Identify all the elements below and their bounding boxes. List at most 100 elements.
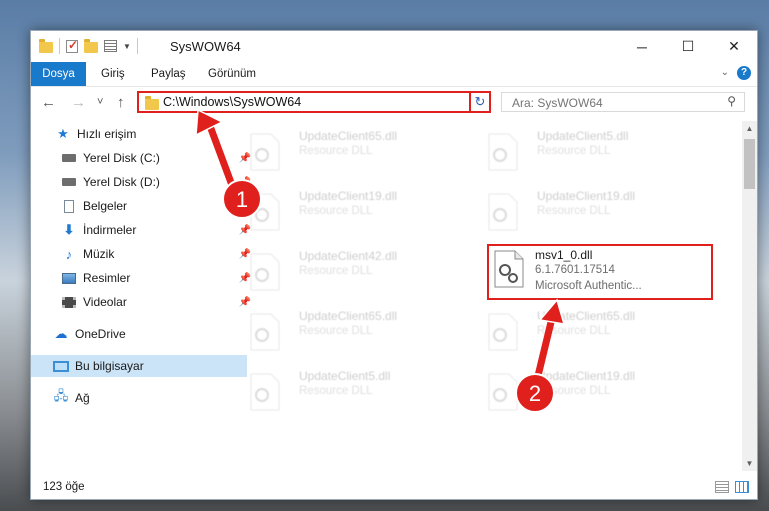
file-name: UpdateClient19.dll (299, 189, 398, 203)
file-tile[interactable]: UpdateClient42.dll Resource DLL (243, 247, 463, 295)
drive-icon (62, 178, 76, 186)
sidebar-item-this-pc[interactable]: Bu bilgisayar (31, 355, 247, 377)
ribbon-tabs: Dosya Giriş Paylaş Görünüm ⌄ ? (31, 62, 757, 87)
qat-dropdown-icon[interactable]: ▼ (123, 42, 131, 51)
refresh-button[interactable]: ↻ (469, 91, 491, 113)
sidebar-item-label: Hızlı erişim (77, 127, 137, 141)
minimize-button[interactable]: ─ (619, 31, 665, 62)
file-tile[interactable]: UpdateClient19.dll Resource DLL (481, 367, 701, 415)
maximize-button[interactable]: ☐ (665, 31, 711, 62)
sidebar-item-onedrive[interactable]: ☁ OneDrive (31, 323, 247, 345)
separator (59, 38, 60, 54)
tab-giris[interactable]: Giriş (101, 62, 125, 86)
file-detail: Resource DLL (537, 145, 611, 157)
search-input[interactable] (510, 94, 714, 112)
sidebar-item-pictures[interactable]: Resimler 📌 (31, 267, 255, 289)
file-tile[interactable]: UpdateClient5.dll Resource DLL (481, 127, 701, 175)
sidebar-item-quick-access[interactable]: ★ Hızlı erişim (31, 123, 249, 145)
file-detail: Resource DLL (299, 325, 373, 337)
recent-locations-icon[interactable]: ˅ (97, 96, 103, 108)
window-title: SysWOW64 (170, 39, 241, 54)
file-detail: Resource DLL (537, 325, 611, 337)
file-tile[interactable]: UpdateClient65.dll Resource DLL (481, 307, 701, 355)
file-name: UpdateClient65.dll (299, 129, 398, 143)
sidebar-item-label: Yerel Disk (C:) (83, 151, 160, 165)
large-icons-view-icon[interactable] (735, 481, 749, 493)
address-path[interactable]: C:\Windows\SysWOW64 (163, 95, 301, 109)
tab-paylas[interactable]: Paylaş (151, 62, 186, 86)
sidebar-item-downloads[interactable]: ⬇ İndirmeler 📌 (31, 219, 255, 241)
music-icon: ♪ (65, 246, 73, 262)
file-tile[interactable]: UpdateClient65.dll Resource DLL (243, 127, 463, 175)
file-tile[interactable]: UpdateClient5.dll Resource DLL (243, 367, 463, 415)
sidebar-item-network[interactable]: 🖧 Ağ (31, 387, 247, 409)
dll-gear-file-icon (494, 250, 524, 288)
address-bar[interactable]: C:\Windows\SysWOW64 ˅ (137, 91, 489, 113)
sidebar-item-label: Yerel Disk (D:) (83, 175, 160, 189)
sidebar-item-music[interactable]: ♪ Müzik 📌 (31, 243, 255, 265)
properties-check-icon[interactable] (66, 38, 78, 53)
forward-arrow-icon[interactable]: → (71, 94, 86, 111)
address-row: ← → ˅ ↑ C:\Windows\SysWOW64 ˅ ↻ ⚲ (31, 87, 757, 120)
navigation-pane: ★ Hızlı erişim Yerel Disk (C:) 📌 Yerel D… (31, 123, 251, 472)
dll-file-icon (250, 373, 280, 411)
sidebar-item-label: Resimler (83, 271, 131, 285)
videos-icon (62, 296, 76, 308)
tab-gorunum[interactable]: Görünüm (208, 62, 256, 86)
file-detail: Resource DLL (537, 205, 611, 217)
file-detail: Resource DLL (299, 265, 373, 277)
vertical-scrollbar[interactable]: ▲ ▼ (742, 121, 757, 471)
file-tile[interactable]: UpdateClient19.dll Resource DLL (481, 187, 701, 235)
sidebar-item-local-disk-d[interactable]: Yerel Disk (D:) 📌 (31, 171, 255, 193)
close-button[interactable]: ✕ (711, 31, 757, 62)
tab-dosya[interactable]: Dosya (31, 62, 86, 86)
folder-icon (145, 96, 159, 110)
file-name: UpdateClient42.dll (299, 249, 398, 263)
file-tile-msv1-0[interactable]: msv1_0.dll 6.1.7601.17514 Microsoft Auth… (487, 244, 713, 300)
back-arrow-icon[interactable]: ← (41, 94, 56, 111)
sidebar-item-videos[interactable]: Videolar 📌 (31, 291, 255, 313)
explorer-window: ▼ SysWOW64 ─ ☐ ✕ Dosya Giriş Paylaş Görü… (30, 30, 758, 500)
file-detail: Resource DLL (299, 205, 373, 217)
sidebar-item-label: OneDrive (75, 327, 126, 341)
new-folder-icon[interactable] (84, 38, 98, 53)
search-icon[interactable]: ⚲ (727, 94, 736, 108)
dll-file-icon (488, 133, 518, 171)
folder-icon (39, 38, 53, 53)
file-name: UpdateClient5.dll (299, 369, 391, 383)
quick-access-toolbar: ▼ (39, 38, 138, 54)
up-arrow-icon[interactable]: ↑ (117, 94, 125, 111)
status-bar: 123 öğe (31, 477, 757, 500)
cloud-icon: ☁ (54, 326, 68, 341)
sidebar-item-documents[interactable]: Belgeler 📌 (31, 195, 255, 217)
title-bar: ▼ SysWOW64 ─ ☐ ✕ (31, 31, 757, 62)
file-name: UpdateClient19.dll (537, 369, 636, 383)
network-icon: 🖧 (53, 388, 69, 403)
file-version: 6.1.7601.17514 (535, 264, 615, 276)
scroll-thumb[interactable] (744, 139, 755, 189)
sidebar-item-label: Müzik (83, 247, 115, 261)
downloads-icon: ⬇ (63, 222, 75, 237)
computer-icon (53, 360, 69, 372)
dll-file-icon (488, 193, 518, 231)
scroll-down-icon[interactable]: ▼ (742, 456, 757, 471)
sidebar-item-label: Belgeler (83, 199, 128, 213)
file-tile[interactable]: UpdateClient65.dll Resource DLL (243, 307, 463, 355)
help-icon[interactable]: ? (737, 66, 751, 80)
sidebar-item-label: İndirmeler (83, 223, 137, 237)
details-view-icon[interactable] (715, 481, 729, 493)
file-name: UpdateClient65.dll (299, 309, 398, 323)
file-name: msv1_0.dll (535, 248, 593, 262)
documents-icon (64, 199, 74, 213)
view-options-icon[interactable] (104, 40, 117, 52)
dll-file-icon (488, 373, 518, 411)
dll-file-icon (488, 313, 518, 351)
dll-file-icon (250, 133, 280, 171)
search-box[interactable]: ⚲ (501, 92, 745, 112)
sidebar-item-local-disk-c[interactable]: Yerel Disk (C:) 📌 (31, 147, 255, 169)
file-tile[interactable]: UpdateClient19.dll Resource DLL (243, 187, 463, 235)
expand-ribbon-icon[interactable]: ⌄ (721, 67, 729, 78)
dll-file-icon (250, 253, 280, 291)
file-description: Microsoft Authentic... (535, 280, 642, 292)
scroll-up-icon[interactable]: ▲ (742, 121, 757, 136)
